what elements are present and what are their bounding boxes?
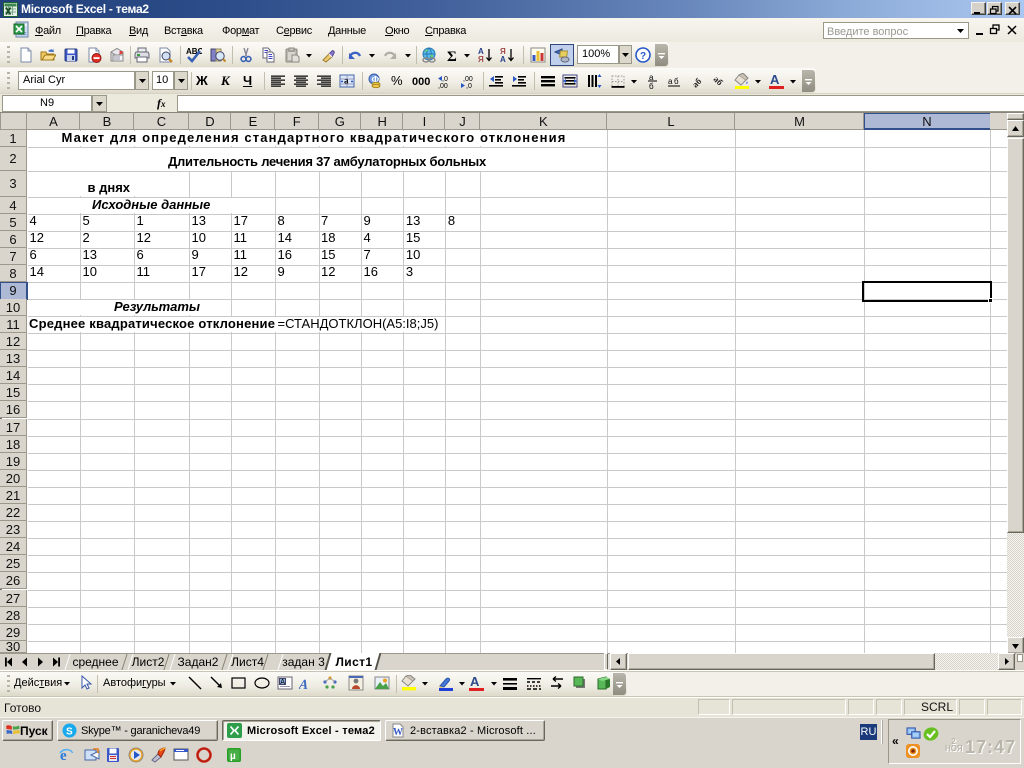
svg-text:Я: Я bbox=[478, 55, 484, 63]
svg-text:a: a bbox=[344, 76, 349, 86]
svg-text:а: а bbox=[668, 77, 673, 86]
svg-text:µ: µ bbox=[230, 751, 236, 762]
svg-text:W: W bbox=[393, 727, 403, 738]
svg-text:?: ? bbox=[640, 51, 646, 62]
svg-text:,0: ,0 bbox=[466, 83, 472, 89]
svg-text:,00: ,00 bbox=[463, 76, 473, 83]
svg-text:А: А bbox=[500, 55, 506, 63]
svg-text:S: S bbox=[66, 727, 73, 738]
svg-text:A: A bbox=[280, 679, 285, 686]
svg-text:,00: ,00 bbox=[438, 83, 448, 89]
svg-text:аб: аб bbox=[712, 74, 725, 88]
svg-text:A: A bbox=[299, 677, 309, 691]
svg-text:аб: аб bbox=[690, 76, 704, 89]
svg-text:Σ: Σ bbox=[447, 49, 457, 63]
svg-text:б: б bbox=[674, 77, 679, 86]
svg-text:б: б bbox=[649, 82, 654, 89]
svg-text:,0: ,0 bbox=[442, 76, 448, 83]
